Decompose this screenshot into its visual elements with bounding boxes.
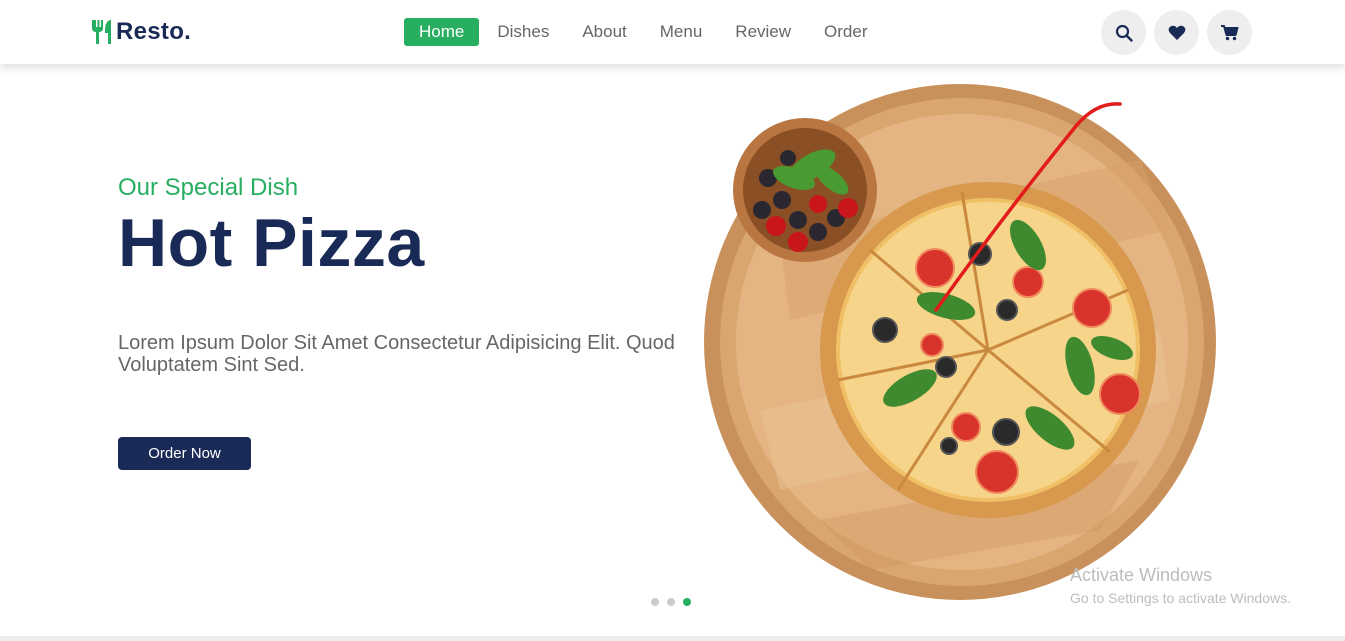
slider-dot-1[interactable] [651,598,659,606]
nav-about[interactable]: About [567,18,641,46]
pizza-image [704,84,1216,600]
search-icon [1115,24,1133,42]
utensils-icon [92,20,111,44]
slider-dots [651,598,699,606]
slider-dot-3[interactable] [683,598,691,606]
slider-dot-2[interactable] [667,598,675,606]
header-icons [1101,10,1260,55]
watermark-subtitle: Go to Settings to activate Windows. [1070,590,1291,606]
hero-description: Lorem Ipsum Dolor Sit Amet Consectetur A… [118,332,675,376]
nav-dishes[interactable]: Dishes [482,18,564,46]
divider [0,636,1345,641]
order-now-button[interactable]: Order Now [118,437,251,470]
watermark-title: Activate Windows [1070,565,1213,585]
activate-windows-watermark: Activate Windows Go to Settings to activ… [1070,565,1291,606]
hero-title: Hot Pizza [118,205,425,281]
heart-icon [1168,25,1185,40]
main-nav: Home Dishes About Menu Review Order [404,18,886,46]
favorites-button[interactable] [1154,10,1199,55]
search-button[interactable] [1101,10,1146,55]
logo-text: Resto. [116,18,192,45]
nav-order[interactable]: Order [809,18,882,46]
nav-menu[interactable]: Menu [645,18,718,46]
site-header: Resto. Home Dishes About Menu Review Ord… [0,0,1345,64]
nav-home[interactable]: Home [404,18,480,46]
cart-icon [1220,24,1238,40]
hero-subtitle: Our Special Dish [118,174,299,201]
logo[interactable]: Resto. [90,17,191,47]
cart-button[interactable] [1207,10,1252,55]
nav-review[interactable]: Review [720,18,806,46]
